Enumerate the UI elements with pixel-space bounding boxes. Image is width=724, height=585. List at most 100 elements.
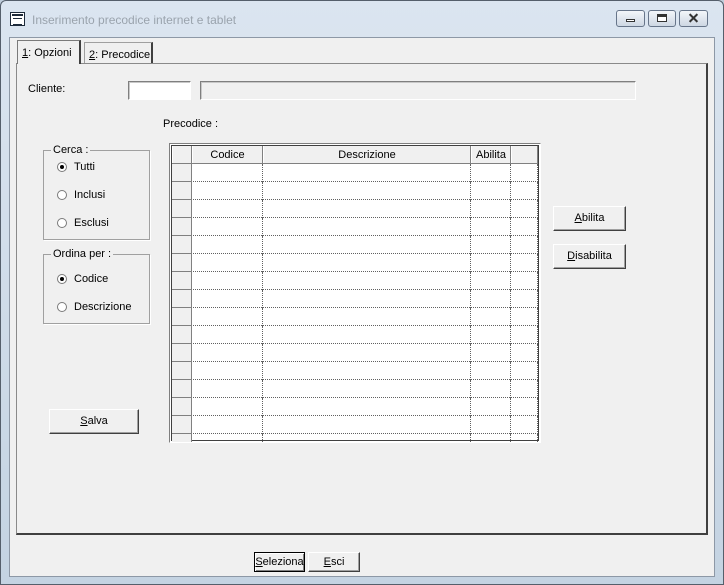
table-cell[interactable]: [263, 434, 471, 442]
esci-button[interactable]: Esci: [308, 552, 360, 572]
table-cell[interactable]: [192, 380, 263, 398]
cliente-code-input[interactable]: [128, 81, 191, 100]
table-cell[interactable]: [511, 326, 538, 344]
table-cell[interactable]: [263, 326, 471, 344]
table-row[interactable]: [172, 218, 538, 236]
table-cell[interactable]: [511, 290, 538, 308]
table-cell[interactable]: [192, 200, 263, 218]
table-row[interactable]: [172, 326, 538, 344]
table-row[interactable]: [172, 380, 538, 398]
table-row[interactable]: [172, 254, 538, 272]
row-selector[interactable]: [172, 398, 192, 416]
table-cell[interactable]: [263, 200, 471, 218]
app-form-icon[interactable]: [10, 12, 25, 26]
table-cell[interactable]: [192, 236, 263, 254]
table-cell[interactable]: [263, 308, 471, 326]
row-selector[interactable]: [172, 326, 192, 344]
table-cell[interactable]: [471, 326, 511, 344]
seleziona-button[interactable]: Seleziona: [254, 552, 305, 572]
table-cell[interactable]: [263, 380, 471, 398]
table-row[interactable]: [172, 416, 538, 434]
table-cell[interactable]: [192, 272, 263, 290]
table-cell[interactable]: [471, 254, 511, 272]
table-cell[interactable]: [192, 344, 263, 362]
table-cell[interactable]: [263, 182, 471, 200]
table-row[interactable]: [172, 362, 538, 380]
table-cell[interactable]: [511, 236, 538, 254]
table-cell[interactable]: [192, 290, 263, 308]
table-cell[interactable]: [263, 416, 471, 434]
precodice-grid[interactable]: Codice Descrizione Abilita: [169, 143, 541, 443]
row-selector[interactable]: [172, 380, 192, 398]
table-cell[interactable]: [511, 218, 538, 236]
table-cell[interactable]: [511, 200, 538, 218]
table-cell[interactable]: [192, 164, 263, 182]
table-cell[interactable]: [263, 272, 471, 290]
row-selector[interactable]: [172, 290, 192, 308]
table-cell[interactable]: [263, 254, 471, 272]
table-row[interactable]: [172, 398, 538, 416]
table-cell[interactable]: [511, 182, 538, 200]
table-cell[interactable]: [471, 182, 511, 200]
table-cell[interactable]: [192, 254, 263, 272]
table-row[interactable]: [172, 290, 538, 308]
tab-opzioni[interactable]: 1: Opzioni: [17, 40, 81, 64]
table-cell[interactable]: [471, 434, 511, 442]
table-cell[interactable]: [471, 308, 511, 326]
table-cell[interactable]: [192, 308, 263, 326]
salva-button[interactable]: Salva: [49, 409, 139, 434]
table-cell[interactable]: [192, 218, 263, 236]
row-selector[interactable]: [172, 254, 192, 272]
table-cell[interactable]: [471, 380, 511, 398]
row-selector[interactable]: [172, 362, 192, 380]
table-cell[interactable]: [192, 398, 263, 416]
row-selector[interactable]: [172, 164, 192, 182]
row-selector[interactable]: [172, 236, 192, 254]
table-cell[interactable]: [192, 362, 263, 380]
table-cell[interactable]: [471, 200, 511, 218]
table-cell[interactable]: [471, 218, 511, 236]
column-header-codice[interactable]: Codice: [192, 146, 263, 163]
table-cell[interactable]: [263, 398, 471, 416]
table-cell[interactable]: [511, 344, 538, 362]
table-cell[interactable]: [263, 290, 471, 308]
tab-precodice[interactable]: 2: Precodice: [84, 42, 153, 63]
table-cell[interactable]: [263, 236, 471, 254]
column-header-descrizione[interactable]: Descrizione: [263, 146, 471, 163]
table-cell[interactable]: [511, 362, 538, 380]
radio-tutti-dot[interactable]: [57, 162, 67, 172]
table-cell[interactable]: [471, 290, 511, 308]
table-row[interactable]: [172, 200, 538, 218]
table-cell[interactable]: [192, 434, 263, 442]
table-row[interactable]: [172, 434, 538, 442]
table-row[interactable]: [172, 308, 538, 326]
minimize-button[interactable]: [616, 10, 645, 27]
disabilita-button[interactable]: Disabilita: [553, 244, 626, 269]
table-cell[interactable]: [511, 272, 538, 290]
table-cell[interactable]: [471, 398, 511, 416]
radio-inclusi-dot[interactable]: [57, 190, 67, 200]
row-selector[interactable]: [172, 182, 192, 200]
table-row[interactable]: [172, 182, 538, 200]
table-row[interactable]: [172, 236, 538, 254]
table-cell[interactable]: [192, 182, 263, 200]
title-bar[interactable]: Inserimento precodice internet e tablet: [1, 1, 723, 37]
row-selector[interactable]: [172, 218, 192, 236]
table-cell[interactable]: [263, 218, 471, 236]
column-header-abilita[interactable]: Abilita: [471, 146, 511, 163]
table-cell[interactable]: [471, 272, 511, 290]
radio-descrizione-dot[interactable]: [57, 302, 67, 312]
table-cell[interactable]: [263, 344, 471, 362]
abilita-button[interactable]: Abilita: [553, 206, 626, 231]
table-cell[interactable]: [511, 254, 538, 272]
table-cell[interactable]: [511, 380, 538, 398]
table-cell[interactable]: [471, 164, 511, 182]
maximize-button[interactable]: [648, 10, 676, 27]
table-cell[interactable]: [192, 416, 263, 434]
table-row[interactable]: [172, 164, 538, 182]
table-cell[interactable]: [263, 164, 471, 182]
row-selector[interactable]: [172, 308, 192, 326]
close-button[interactable]: [679, 10, 708, 27]
row-selector[interactable]: [172, 272, 192, 290]
table-cell[interactable]: [192, 326, 263, 344]
